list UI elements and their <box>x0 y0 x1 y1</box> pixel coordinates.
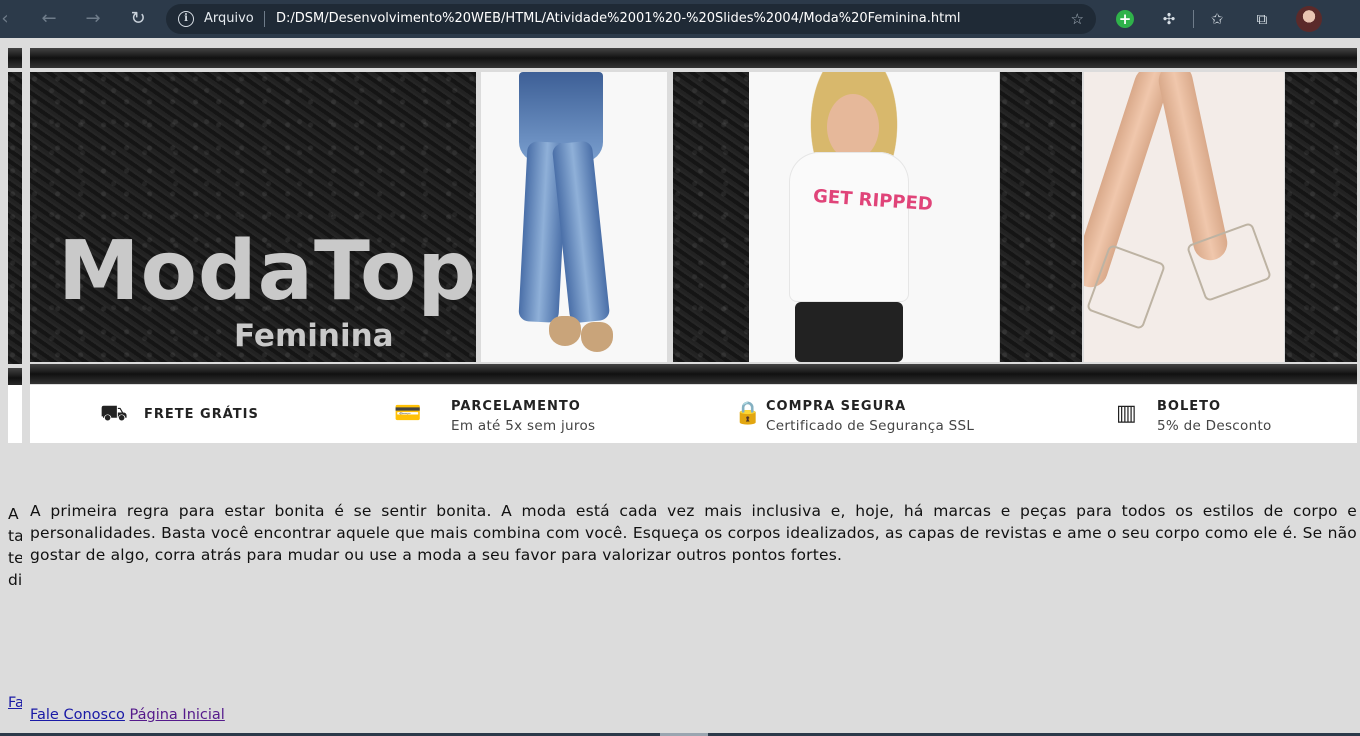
feature-title: FRETE GRÁTIS <box>144 407 259 422</box>
feature-subtitle: 5% de Desconto <box>1157 418 1272 434</box>
product-image-heels[interactable] <box>1084 72 1284 362</box>
address-scheme: Arquivo <box>204 11 254 26</box>
info-icon[interactable]: i <box>178 11 194 27</box>
contact-link[interactable]: Fale Conosco <box>30 707 125 723</box>
model-pants <box>795 302 903 362</box>
forward-button[interactable]: → <box>82 8 104 30</box>
feature-subtitle: Em até 5x sem juros <box>451 418 596 434</box>
left-strip-top-bar <box>8 48 22 68</box>
product-image-tshirt[interactable]: GET RIPPED <box>749 72 999 362</box>
main-paragraph: A primeira regra para estar bonita é se … <box>30 502 1357 564</box>
feature-title: PARCELAMENTO <box>451 399 581 414</box>
left-strip-leather <box>8 72 22 364</box>
favorites-icon[interactable]: ✩ <box>1206 8 1228 30</box>
product-image-jeans[interactable] <box>481 72 667 362</box>
barcode-icon: ▥ <box>1116 401 1137 426</box>
lock-icon: 🔒 <box>734 401 762 426</box>
left-strip-features <box>8 385 22 443</box>
back-button[interactable]: ← <box>38 8 60 30</box>
browser-toolbar: ‹ ← → ↻ i Arquivo D:/DSM/Desenvolvimento… <box>0 0 1360 38</box>
logo-panel: ModaTop Feminina <box>30 72 476 362</box>
home-link[interactable]: Página Inicial <box>130 707 225 723</box>
jeans-right-leg <box>551 140 611 324</box>
feature-free-shipping: ⛟ FRETE GRÁTIS <box>100 385 300 443</box>
banner-bottom-bar <box>30 364 1357 384</box>
brand-logo: ModaTop <box>58 224 478 319</box>
footer-links: Fale Conosco Página Inicial <box>30 707 225 723</box>
left-frame-strip <box>8 48 22 388</box>
left-frame-link-clip[interactable]: Fa <box>8 695 22 711</box>
reload-button[interactable]: ↻ <box>127 8 149 30</box>
banner-top-bar <box>30 48 1357 68</box>
address-url[interactable]: D:/DSM/Desenvolvimento%20WEB/HTML/Ativid… <box>276 11 960 26</box>
collections-icon[interactable]: ⧉ <box>1251 8 1273 30</box>
leather-divider-1 <box>673 72 749 362</box>
leather-divider-2 <box>1000 72 1082 362</box>
feature-subtitle: Certificado de Segurança SSL <box>766 418 975 434</box>
sandal-right <box>581 322 613 352</box>
tshirt <box>789 152 909 302</box>
truck-icon: ⛟ <box>100 401 128 426</box>
add-favorite-icon[interactable]: ☆ <box>1071 10 1084 28</box>
feature-secure-purchase: 🔒 COMPRA SEGURA Certificado de Segurança… <box>734 385 1014 443</box>
feature-title: BOLETO <box>1157 399 1222 414</box>
hero-banner: ModaTop Feminina GET RIPPED <box>30 48 1357 384</box>
extensions-puzzle-icon[interactable]: ✣ <box>1158 8 1180 30</box>
toolbar-divider <box>1193 10 1194 28</box>
card-icon: 💳 <box>394 401 422 426</box>
feature-installments: 💳 PARCELAMENTO Em até 5x sem juros <box>394 385 654 443</box>
banner-photos: ModaTop Feminina GET RIPPED <box>30 72 1357 364</box>
extension-plus-icon[interactable]: + <box>1116 10 1134 28</box>
back-arrow-edge-icon[interactable]: ‹ <box>0 8 16 30</box>
address-separator <box>264 11 265 27</box>
model-face <box>827 94 879 160</box>
address-bar[interactable]: i Arquivo D:/DSM/Desenvolvimento%20WEB/H… <box>166 4 1096 34</box>
features-strip: ⛟ FRETE GRÁTIS 💳 PARCELAMENTO Em até 5x … <box>30 385 1357 443</box>
profile-avatar[interactable] <box>1296 6 1322 32</box>
feature-title: COMPRA SEGURA <box>766 399 907 414</box>
feature-boleto: ▥ BOLETO 5% de Desconto <box>1116 385 1336 443</box>
brand-subtitle: Feminina <box>234 318 394 354</box>
leather-divider-3 <box>1285 72 1357 362</box>
left-frame-text-clip: A ta te di <box>8 505 22 589</box>
sandal-left <box>549 316 581 346</box>
